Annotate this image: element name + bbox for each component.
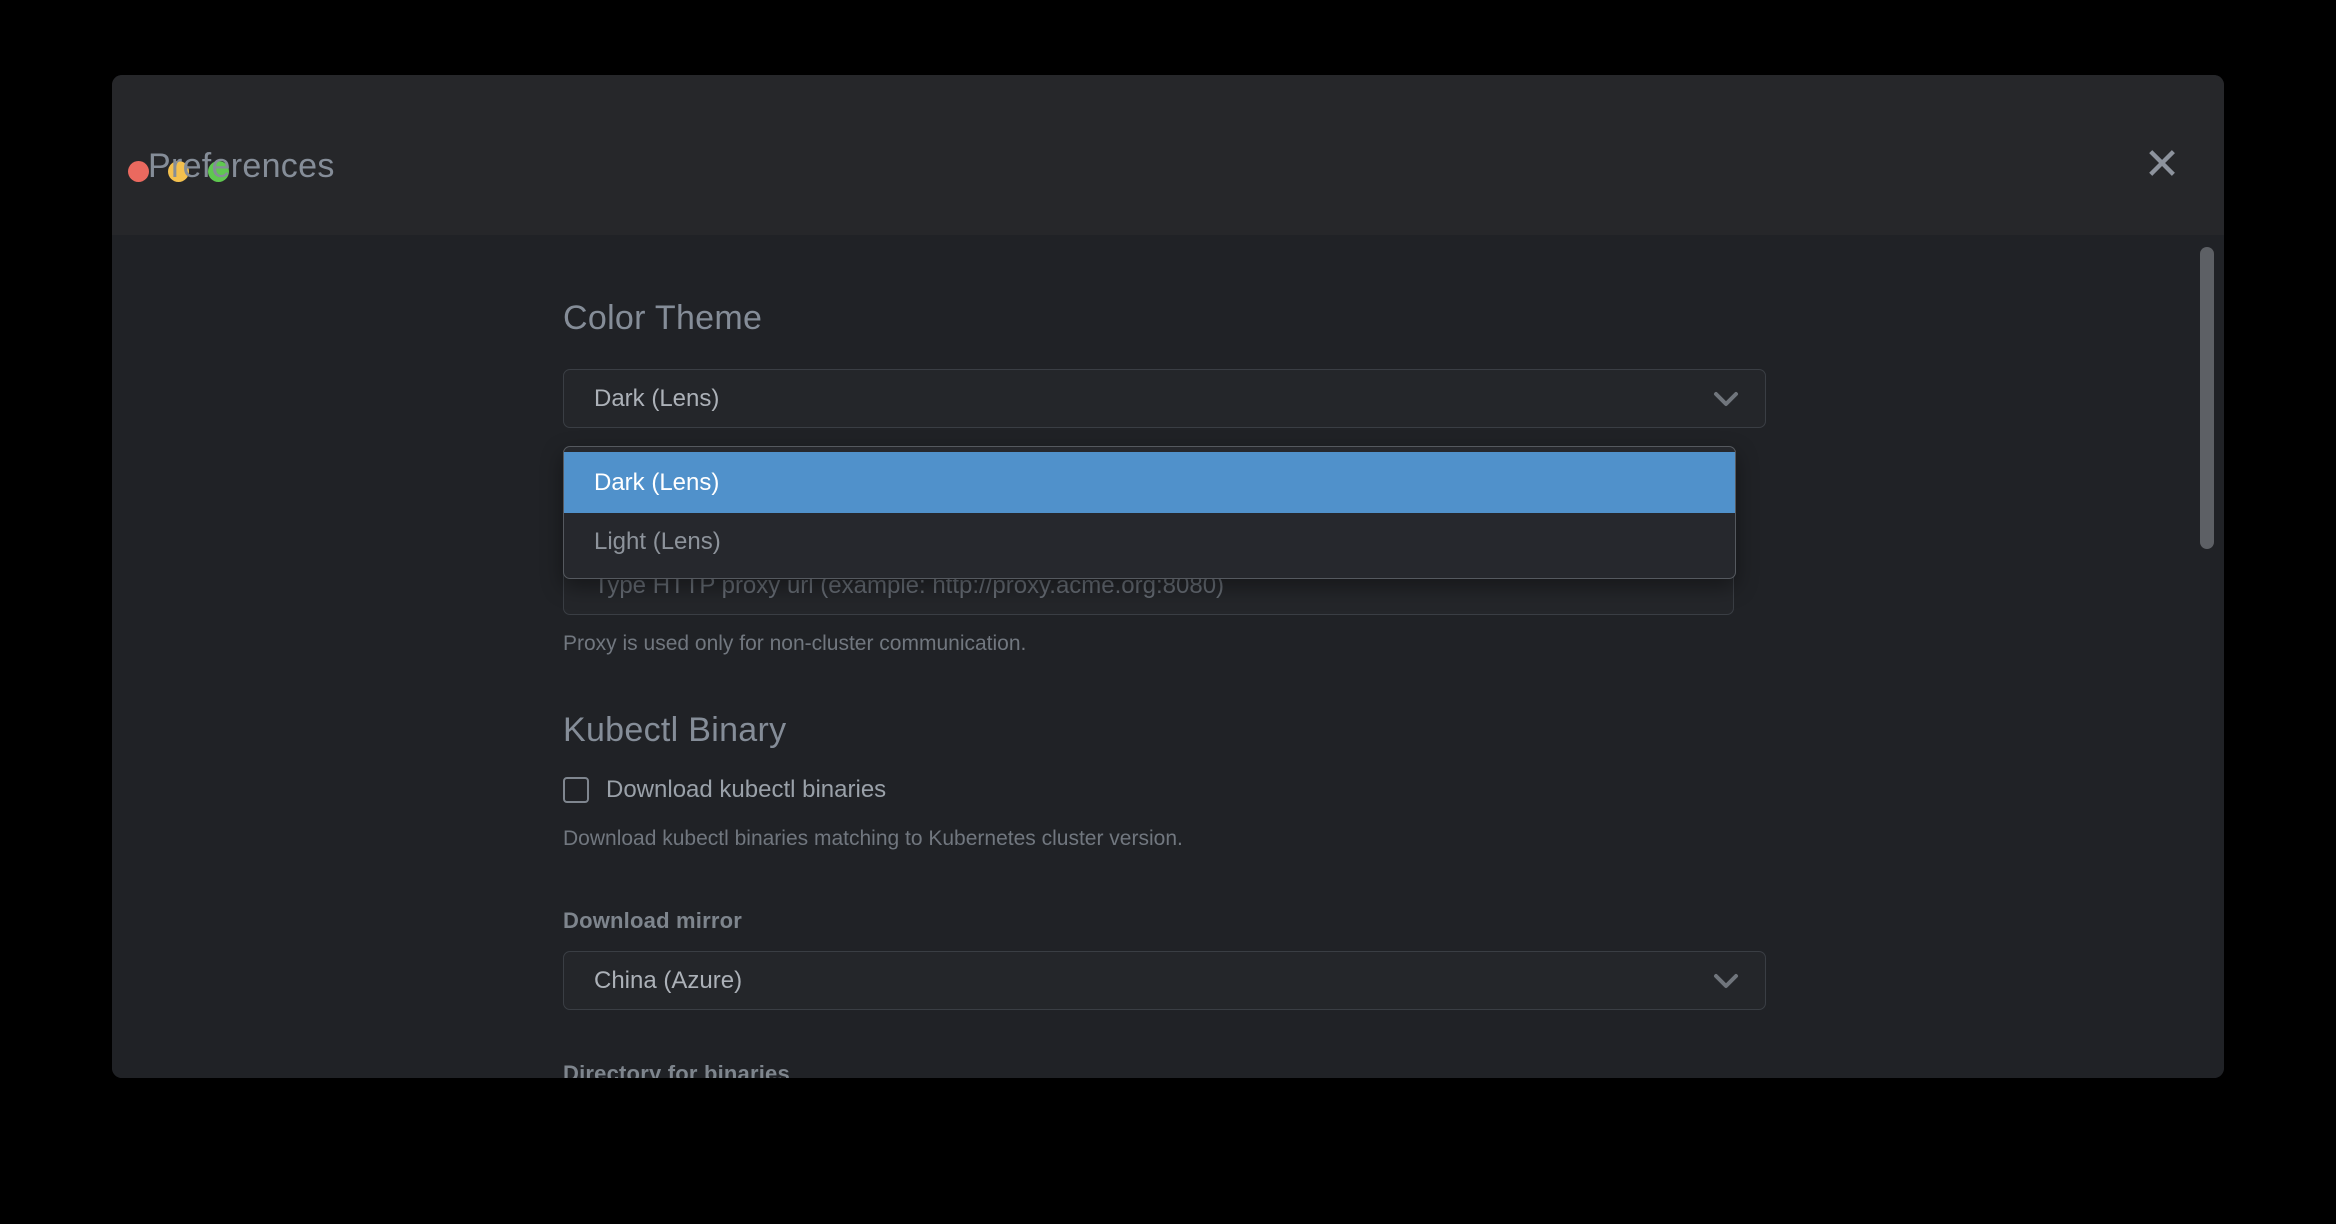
desktop: { "titlebar": { "title": "Preferences" }… xyxy=(0,0,2336,1224)
download-kubectl-checkbox-label: Download kubectl binaries xyxy=(606,776,886,804)
titlebar: Preferences ✕ xyxy=(112,75,2224,235)
download-kubectl-checkbox[interactable] xyxy=(563,777,589,803)
download-mirror-select-value: China (Azure) xyxy=(594,967,742,995)
page-title: Preferences xyxy=(148,147,335,186)
preferences-content: Color Theme Dark (Lens) Dark (Lens) Ligh… xyxy=(112,235,2224,1078)
chevron-down-icon xyxy=(1713,391,1739,407)
color-theme-heading: Color Theme xyxy=(563,299,1736,338)
directory-for-binaries-label: Directory for binaries xyxy=(563,1061,1736,1078)
kubectl-description-text: Download kubectl binaries matching to Ku… xyxy=(563,827,1736,851)
download-mirror-select[interactable]: China (Azure) xyxy=(563,951,1766,1010)
chevron-down-icon xyxy=(1713,973,1739,989)
color-theme-select-value: Dark (Lens) xyxy=(594,385,719,413)
preferences-window: Preferences ✕ Color Theme Dark (Lens) Da… xyxy=(112,75,2224,1078)
close-icon[interactable]: ✕ xyxy=(2138,141,2186,189)
proxy-hint-text: Proxy is used only for non-cluster commu… xyxy=(563,632,1736,656)
dropdown-option-light[interactable]: Light (Lens) xyxy=(564,513,1735,570)
color-theme-dropdown-menu: Dark (Lens) Light (Lens) xyxy=(563,446,1736,579)
dropdown-option-dark[interactable]: Dark (Lens) xyxy=(564,452,1735,513)
download-mirror-label: Download mirror xyxy=(563,908,1736,934)
color-theme-select[interactable]: Dark (Lens) xyxy=(563,369,1766,428)
kubectl-binary-heading: Kubectl Binary xyxy=(563,711,1736,750)
download-kubectl-checkbox-row[interactable]: Download kubectl binaries xyxy=(563,776,1736,804)
vertical-scrollbar-thumb[interactable] xyxy=(2200,247,2214,549)
close-traffic-light-icon[interactable] xyxy=(128,161,149,182)
